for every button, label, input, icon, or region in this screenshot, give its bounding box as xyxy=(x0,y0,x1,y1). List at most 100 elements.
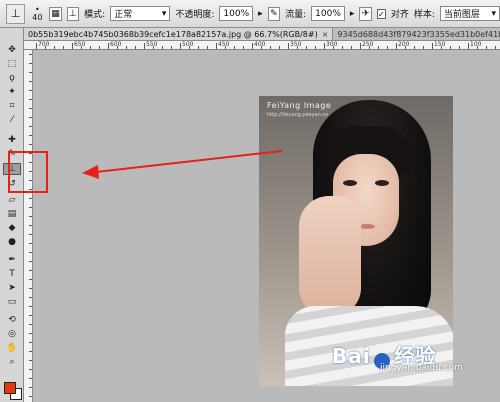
mode-select[interactable]: 正常 ▾ xyxy=(110,6,171,21)
3d-rotate-tool-icon[interactable]: ⟲ xyxy=(3,314,21,326)
image-watermark-url: http://feiyang.yeeyan.cn xyxy=(267,112,329,118)
ruler-minor-tick xyxy=(414,46,415,49)
ruler-minor-tick xyxy=(126,46,127,49)
ruler-minor-tick xyxy=(29,243,32,244)
ruler-number: 400 xyxy=(254,41,266,48)
chevron-right-icon[interactable]: ▸ xyxy=(350,9,355,19)
tab-document-2[interactable]: 9345d688d43f879423f3355ed31b0ef41bd53ab5… xyxy=(333,28,500,40)
opacity-value: 100% xyxy=(223,8,250,19)
move-tool-icon[interactable]: ✥ xyxy=(3,44,21,56)
eyedropper-tool-icon[interactable]: ⁄ xyxy=(3,114,21,126)
ruler-minor-tick xyxy=(405,46,406,49)
ruler-minor-tick xyxy=(486,46,487,49)
marquee-tool-icon[interactable]: ⬚ xyxy=(3,58,21,70)
toggle-brush-panel-icon[interactable]: ▦ xyxy=(49,6,62,21)
aligned-checkbox[interactable]: ✓ xyxy=(376,8,386,19)
airbrush-icon[interactable]: ✈ xyxy=(359,6,372,21)
foreground-color-swatch[interactable] xyxy=(4,382,16,394)
ruler-tick xyxy=(288,43,289,49)
toolbox: ✥ ⬚ ϙ ✦ ⌗ ⁄ ✚ ✎ ⊥ ↺ ▱ ▤ ◆ ● ✒ T ➤ ▭ ⟲ ◎ … xyxy=(0,28,24,402)
blur-tool-icon[interactable]: ◆ xyxy=(3,222,21,234)
ruler-minor-tick xyxy=(171,46,172,49)
sample-label: 样本: xyxy=(413,10,435,20)
ruler-minor-tick xyxy=(29,108,32,109)
ruler-minor-tick xyxy=(29,297,32,298)
ruler-tick xyxy=(108,43,109,49)
ruler-minor-tick xyxy=(29,252,32,253)
ruler-tick xyxy=(468,43,469,49)
pressure-opacity-icon[interactable]: ✎ xyxy=(267,6,281,21)
ruler-minor-tick xyxy=(29,333,32,334)
ruler-minor-tick xyxy=(306,46,307,49)
ruler-minor-tick xyxy=(198,46,199,49)
eraser-tool-icon[interactable]: ▱ xyxy=(3,194,21,206)
baidu-jingyan-watermark: Bai 经验 jingyan.baidu.com xyxy=(332,340,482,374)
options-bar: ⊥ • 40 ▦ ⊥ 模式: 正常 ▾ 不透明度: 100% ▸ ✎ 流量: 1… xyxy=(0,0,500,28)
ruler-number: 350 xyxy=(290,41,302,48)
ruler-number: 700 xyxy=(38,41,50,48)
sample-select[interactable]: 当前图层 ▾ xyxy=(439,6,500,21)
ruler-vertical xyxy=(24,50,33,402)
type-tool-icon[interactable]: T xyxy=(3,268,21,280)
ruler-minor-tick xyxy=(29,342,32,343)
lasso-tool-icon[interactable]: ϙ xyxy=(3,72,21,84)
ruler-minor-tick xyxy=(117,46,118,49)
brush-size-value: 40 xyxy=(32,12,43,22)
ruler-minor-tick xyxy=(459,46,460,49)
baidu-logo-text: Bai xyxy=(332,344,371,368)
ruler-minor-tick xyxy=(63,46,64,49)
ruler-tick xyxy=(72,43,73,49)
ruler-tick xyxy=(252,43,253,49)
toggle-clone-source-icon[interactable]: ⊥ xyxy=(66,6,80,21)
gradient-tool-icon[interactable]: ▤ xyxy=(3,208,21,220)
ruler-tick xyxy=(396,43,397,49)
ruler-minor-tick xyxy=(29,261,32,262)
ruler-minor-tick xyxy=(378,46,379,49)
ruler-minor-tick xyxy=(29,225,32,226)
dodge-tool-icon[interactable]: ● xyxy=(3,236,21,248)
ruler-minor-tick xyxy=(333,46,334,49)
close-icon[interactable]: × xyxy=(322,30,329,39)
ruler-minor-tick xyxy=(29,324,32,325)
ruler-minor-tick xyxy=(495,46,496,49)
ruler-minor-tick xyxy=(387,46,388,49)
quick-select-tool-icon[interactable]: ✦ xyxy=(3,86,21,98)
zoom-tool-icon[interactable]: ⌕ xyxy=(3,356,21,368)
ruler-minor-tick xyxy=(29,198,32,199)
ruler-horizontal: 7006506005505004504003503002502001501005… xyxy=(24,41,500,50)
ruler-minor-tick xyxy=(315,46,316,49)
ruler-minor-tick xyxy=(369,46,370,49)
flow-input[interactable]: 100% xyxy=(311,6,345,21)
opacity-input[interactable]: 100% xyxy=(219,6,254,21)
brush-picker[interactable]: • 40 xyxy=(30,5,44,22)
ruler-minor-tick xyxy=(270,46,271,49)
ruler-tick xyxy=(432,43,433,49)
healing-brush-tool-icon[interactable]: ✚ xyxy=(3,134,21,146)
ruler-minor-tick xyxy=(29,378,32,379)
ruler-number: 650 xyxy=(74,41,86,48)
ruler-minor-tick xyxy=(207,46,208,49)
ruler-minor-tick xyxy=(29,126,32,127)
flow-label: 流量: xyxy=(285,10,307,20)
ruler-number: 100 xyxy=(470,41,482,48)
crop-tool-icon[interactable]: ⌗ xyxy=(3,100,21,112)
path-select-tool-icon[interactable]: ➤ xyxy=(3,282,21,294)
ruler-minor-tick xyxy=(261,46,262,49)
tab-document-1[interactable]: 0b55b319ebc4b745b0368b39cefc1e178a82157a… xyxy=(24,28,334,40)
ruler-minor-tick xyxy=(29,315,32,316)
clone-stamp-preset-icon[interactable]: ⊥ xyxy=(6,3,26,24)
flow-value: 100% xyxy=(315,8,341,19)
chevron-right-icon[interactable]: ▸ xyxy=(258,9,263,19)
ruler-minor-tick xyxy=(29,396,32,397)
pen-tool-icon[interactable]: ✒ xyxy=(3,254,21,266)
ruler-number: 300 xyxy=(326,41,338,48)
shape-tool-icon[interactable]: ▭ xyxy=(3,296,21,308)
3d-orbit-tool-icon[interactable]: ◎ xyxy=(3,328,21,340)
hand-tool-icon[interactable]: ✋ xyxy=(3,342,21,354)
aligned-label: 对齐 xyxy=(390,10,409,20)
ruler-minor-tick xyxy=(29,351,32,352)
ruler-minor-tick xyxy=(153,46,154,49)
annotation-highlight-box xyxy=(8,151,48,193)
ruler-minor-tick xyxy=(90,46,91,49)
ruler-number: 450 xyxy=(218,41,230,48)
